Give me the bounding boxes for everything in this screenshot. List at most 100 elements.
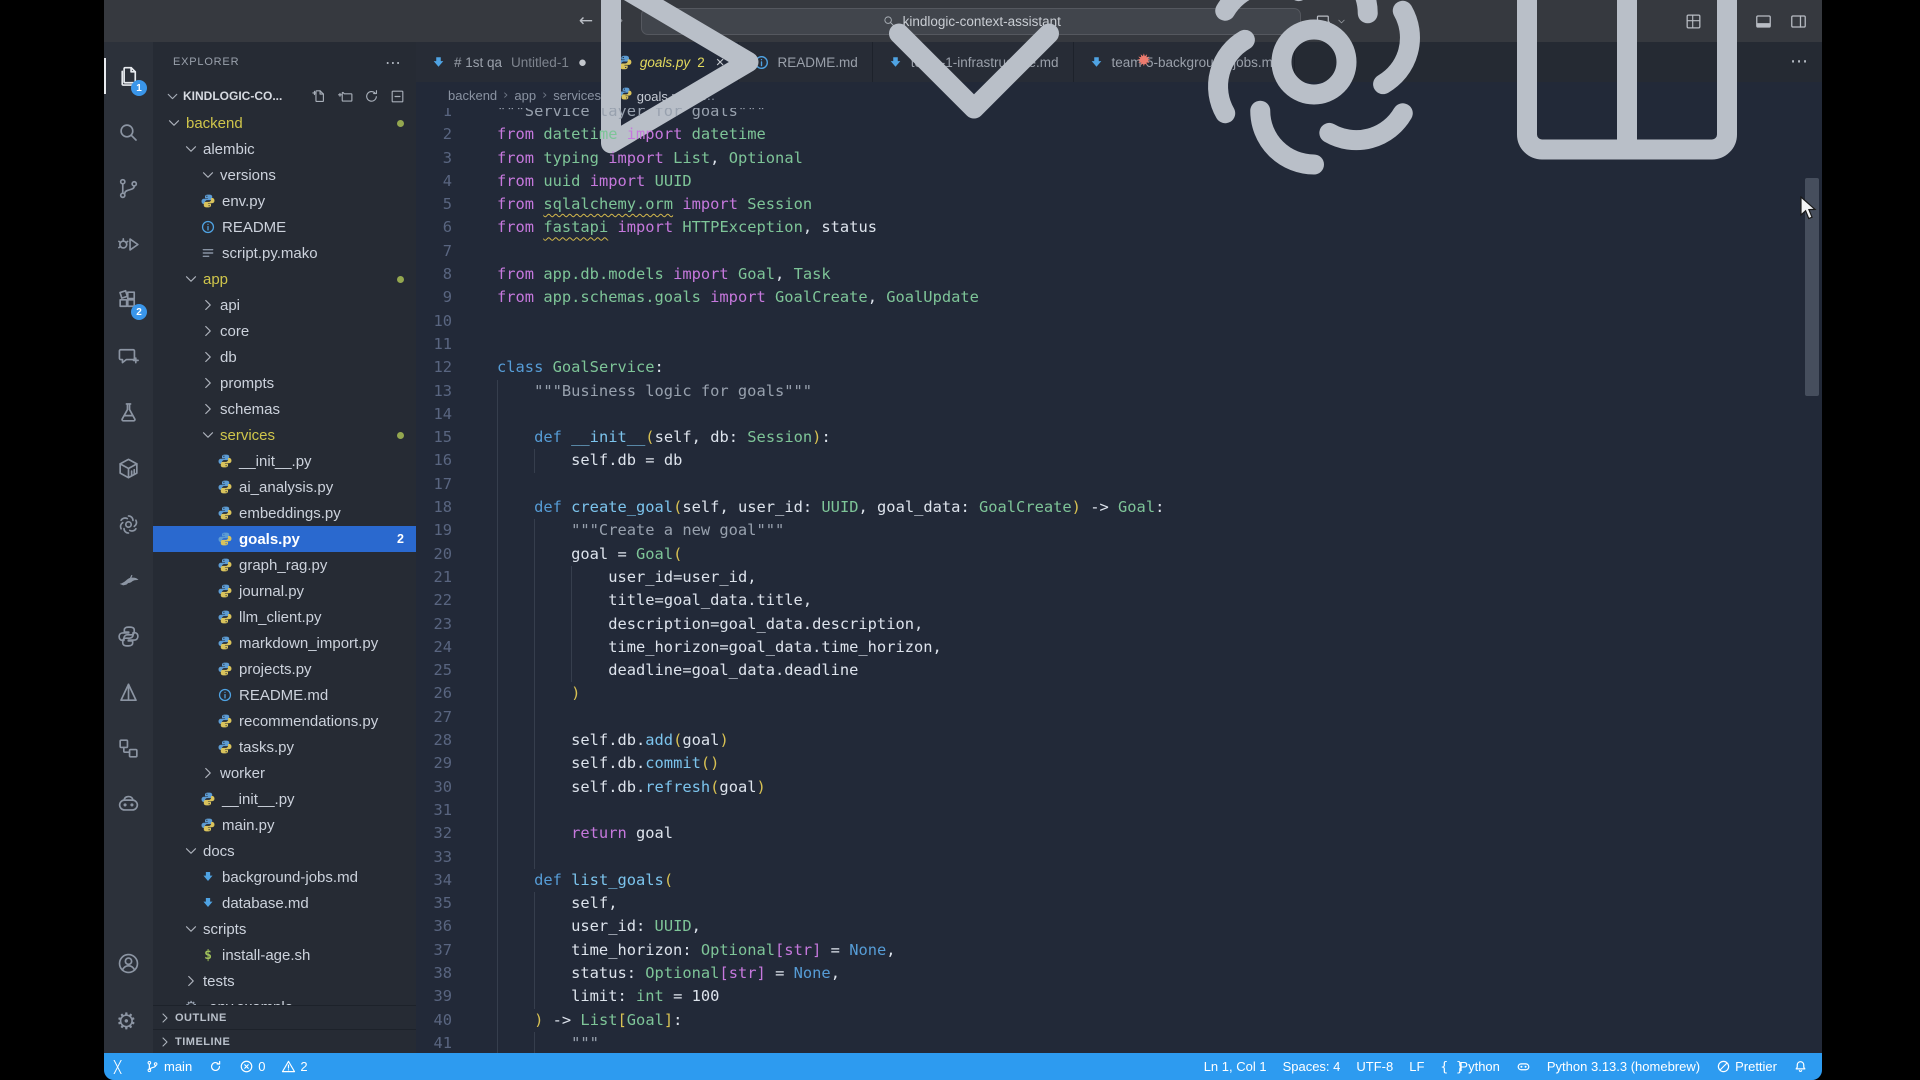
more-actions-button[interactable]: ⋯ — [1790, 53, 1808, 72]
explorer-item-goals-py[interactable]: goals.py2 — [153, 526, 416, 552]
explorer-item-db[interactable]: db — [153, 344, 416, 370]
explorer-item-readme[interactable]: README — [153, 214, 416, 240]
code-line[interactable] — [497, 403, 1822, 426]
explorer-item-services[interactable]: services — [153, 422, 416, 448]
code-line[interactable] — [497, 799, 1822, 822]
activity-item-references-extension[interactable] — [104, 720, 153, 776]
status-copilot-status[interactable] — [1516, 1059, 1531, 1074]
code-line[interactable] — [497, 333, 1822, 356]
explorer-item-llm-client-py[interactable]: llm_client.py — [153, 604, 416, 630]
code-line[interactable]: class GoalService: — [497, 356, 1822, 379]
activity-item-prism-extension[interactable] — [104, 664, 153, 720]
code-line[interactable] — [497, 846, 1822, 869]
code-line[interactable]: """Business logic for goals""" — [497, 380, 1822, 403]
code-line[interactable]: time_horizon: Optional[str] = None, — [497, 939, 1822, 962]
activity-item-explorer[interactable]: 1 — [104, 48, 153, 104]
code-line[interactable]: goal = Goal( — [497, 543, 1822, 566]
explorer-item-database-md[interactable]: database.md — [153, 890, 416, 916]
code-line[interactable]: """Create a new goal""" — [497, 519, 1822, 542]
explorer-item-backend[interactable]: backend — [153, 110, 416, 136]
status-eol[interactable]: LF — [1409, 1059, 1424, 1074]
code-line[interactable]: description=goal_data.description, — [497, 613, 1822, 636]
explorer-item-readme-md[interactable]: README.md — [153, 682, 416, 708]
activity-item-container-extension[interactable] — [104, 440, 153, 496]
outline-section[interactable]: OUTLINE — [153, 1005, 416, 1029]
explorer-item-prompts[interactable]: prompts — [153, 370, 416, 396]
code-line[interactable]: self, — [497, 892, 1822, 915]
explorer-item-tasks-py[interactable]: tasks.py — [153, 734, 416, 760]
explorer-item-schemas[interactable]: schemas — [153, 396, 416, 422]
toggle-secondary-sidebar-icon[interactable] — [1789, 12, 1808, 31]
code-line[interactable]: self.db.commit() — [497, 752, 1822, 775]
code-editor[interactable]: 1234567891011121314151617181920212223242… — [416, 108, 1822, 1053]
explorer-item-install-age-sh[interactable]: $install-age.sh — [153, 942, 416, 968]
activity-item-kangaroo-extension[interactable] — [104, 552, 153, 608]
explorer-item-versions[interactable]: versions — [153, 162, 416, 188]
activity-item-settings[interactable]: ⚙ — [104, 993, 153, 1053]
explorer-item-tests[interactable]: tests — [153, 968, 416, 994]
code-line[interactable] — [497, 473, 1822, 496]
status-language-mode[interactable]: { }Python — [1440, 1059, 1499, 1074]
explorer-item-embeddings-py[interactable]: embeddings.py — [153, 500, 416, 526]
code-line[interactable]: from app.schemas.goals import GoalCreate… — [497, 286, 1822, 309]
code-line[interactable]: def list_goals( — [497, 869, 1822, 892]
code-line[interactable]: from uuid import UUID — [497, 170, 1822, 193]
code-line[interactable]: """Service layer for goals""" — [497, 108, 1822, 123]
explorer-item-graph-rag-py[interactable]: graph_rag.py — [153, 552, 416, 578]
activity-item-copilot-extension[interactable] — [104, 776, 153, 832]
status-encoding[interactable]: UTF-8 — [1356, 1059, 1393, 1074]
code-line[interactable]: from app.db.models import Goal, Task — [497, 263, 1822, 286]
status-errors[interactable]: 0 — [239, 1059, 265, 1074]
code-line[interactable]: self.db.add(goal) — [497, 729, 1822, 752]
code-runner-button[interactable]: ✹ — [1137, 53, 1151, 71]
explorer-item-scripts[interactable]: scripts — [153, 916, 416, 942]
code-line[interactable]: from sqlalchemy.orm import Session — [497, 193, 1822, 216]
status-indentation[interactable]: Spaces: 4 — [1283, 1059, 1341, 1074]
explorer-item-markdown-import-py[interactable]: markdown_import.py — [153, 630, 416, 656]
explorer-item-main-py[interactable]: main.py — [153, 812, 416, 838]
collapse-folders-icon[interactable] — [389, 88, 406, 105]
activity-item-extensions[interactable]: 2 — [104, 272, 153, 328]
activity-item-run-debug[interactable] — [104, 216, 153, 272]
code-line[interactable]: def __init__(self, db: Session): — [497, 426, 1822, 449]
code-line[interactable]: from datetime import datetime — [497, 123, 1822, 146]
explorer-item-recommendations-py[interactable]: recommendations.py — [153, 708, 416, 734]
code-line[interactable] — [497, 240, 1822, 263]
code-line[interactable]: title=goal_data.title, — [497, 589, 1822, 612]
explorer-item-background-jobs-md[interactable]: background-jobs.md — [153, 864, 416, 890]
code-line[interactable]: self.db = db — [497, 449, 1822, 472]
breadcrumb-item-backend[interactable]: backend — [448, 88, 497, 103]
explorer-item-init-py[interactable]: __init__.py — [153, 448, 416, 474]
code-line[interactable]: from typing import List, Optional — [497, 147, 1822, 170]
activity-item-python-extension[interactable] — [104, 608, 153, 664]
status-python-interpreter[interactable]: Python 3.13.3 (homebrew) — [1547, 1059, 1700, 1074]
code-line[interactable]: from fastapi import HTTPException, statu… — [497, 216, 1822, 239]
code-line[interactable]: ) — [497, 682, 1822, 705]
status-remote-indicator[interactable]: ╳ — [114, 1059, 129, 1074]
activity-item-testing[interactable] — [104, 384, 153, 440]
explorer-item-core[interactable]: core — [153, 318, 416, 344]
code-line[interactable]: limit: int = 100 — [497, 985, 1822, 1008]
explorer-item-env-example[interactable]: ⚙.env.example — [153, 994, 416, 1005]
status-warnings[interactable]: 2 — [281, 1059, 307, 1074]
status-cursor-position[interactable]: Ln 1, Col 1 — [1204, 1059, 1267, 1074]
workspace-section-header[interactable]: KINDLOGIC-CO... — [153, 82, 416, 110]
code-line[interactable]: ) -> List[Goal]: — [497, 1009, 1822, 1032]
activity-item-search[interactable] — [104, 104, 153, 160]
code-line[interactable]: """ — [497, 1032, 1822, 1053]
activity-item-source-control[interactable] — [104, 160, 153, 216]
status-git-branch[interactable]: main — [145, 1059, 192, 1074]
timeline-section[interactable]: TIMELINE — [153, 1029, 416, 1053]
activity-item-openai-extension[interactable] — [104, 496, 153, 552]
code-line[interactable] — [497, 310, 1822, 333]
explorer-item-ai-analysis-py[interactable]: ai_analysis.py — [153, 474, 416, 500]
explorer-item-app[interactable]: app — [153, 266, 416, 292]
new-folder-icon[interactable] — [337, 88, 354, 105]
activity-item-chat[interactable] — [104, 328, 153, 384]
status-notifications[interactable] — [1793, 1059, 1808, 1074]
code-line[interactable]: user_id: UUID, — [497, 915, 1822, 938]
explorer-more-icon[interactable]: ⋯ — [385, 53, 402, 72]
explorer-item-env-py[interactable]: env.py — [153, 188, 416, 214]
explorer-item-worker[interactable]: worker — [153, 760, 416, 786]
code-line[interactable]: return goal — [497, 822, 1822, 845]
